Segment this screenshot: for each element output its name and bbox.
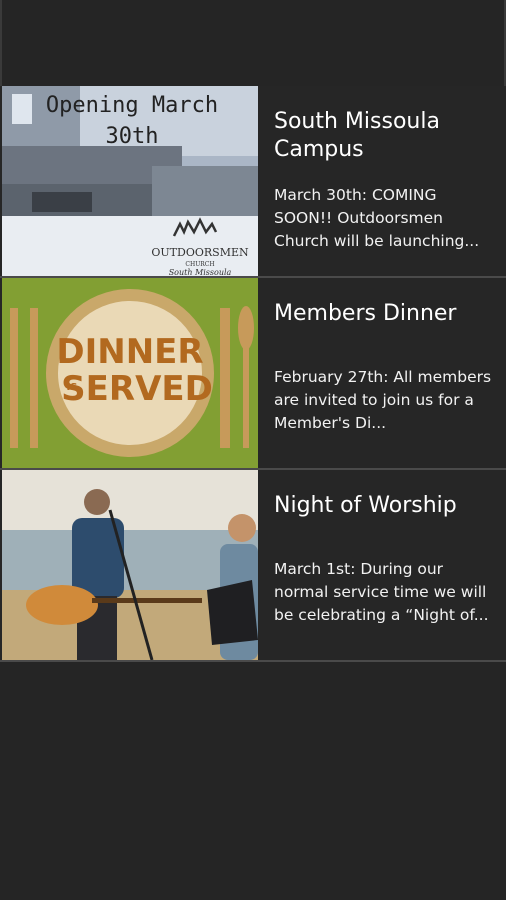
guitar-icon [26,585,98,625]
singer-head [84,489,110,515]
event-description: March 30th: COMING SOON!! Outdoorsmen Ch… [274,186,480,250]
list-item[interactable]: DINNER IS SERVED Members Dinner February… [0,278,506,470]
worship-photo [2,470,258,660]
list-item[interactable]: Opening March 30th OUTDOORSMEN CHURCH So… [0,86,506,278]
event-feed: Opening March 30th OUTDOORSMEN CHURCH So… [0,86,506,662]
event-thumbnail: Opening March 30th OUTDOORSMEN CHURCH So… [2,86,258,276]
graphic-word-dinner: DINNER [56,332,203,372]
graphic-word-served: SERVED [61,369,213,409]
event-title: Night of Worship [274,493,457,518]
logo-place: South Missoula [169,268,232,276]
event-title: Members Dinner [274,301,457,326]
event-description: February 27th: All members are invited t… [274,368,492,432]
logo-sub: CHURCH [185,261,214,268]
image-caption-line1: Opening March [46,93,218,118]
campus-photo: Opening March 30th OUTDOORSMEN CHURCH So… [2,86,258,276]
list-item[interactable]: Night of Worship March 1st: During our n… [0,470,506,662]
event-thumbnail: DINNER IS SERVED [2,278,258,468]
spoon-icon [238,306,254,350]
event-description: March 1st: During our normal service tim… [274,560,489,624]
image-caption-line2: 30th [106,124,159,149]
music-stand [207,580,258,645]
dinner-graphic: DINNER IS SERVED [2,278,258,468]
event-text: South Missoula Campus March 30th: COMING… [258,86,506,276]
event-text: Members Dinner February 27th: All member… [258,278,506,468]
knife-icon [220,308,230,448]
top-bar [0,0,506,86]
logo-name: OUTDOORSMEN [151,246,249,259]
event-thumbnail [2,470,258,660]
vocalist-head [228,514,256,542]
fork-icon [10,308,18,448]
fork-icon-2 [30,308,38,448]
event-text: Night of Worship March 1st: During our n… [258,470,506,660]
event-title: South Missoula Campus [274,109,440,162]
